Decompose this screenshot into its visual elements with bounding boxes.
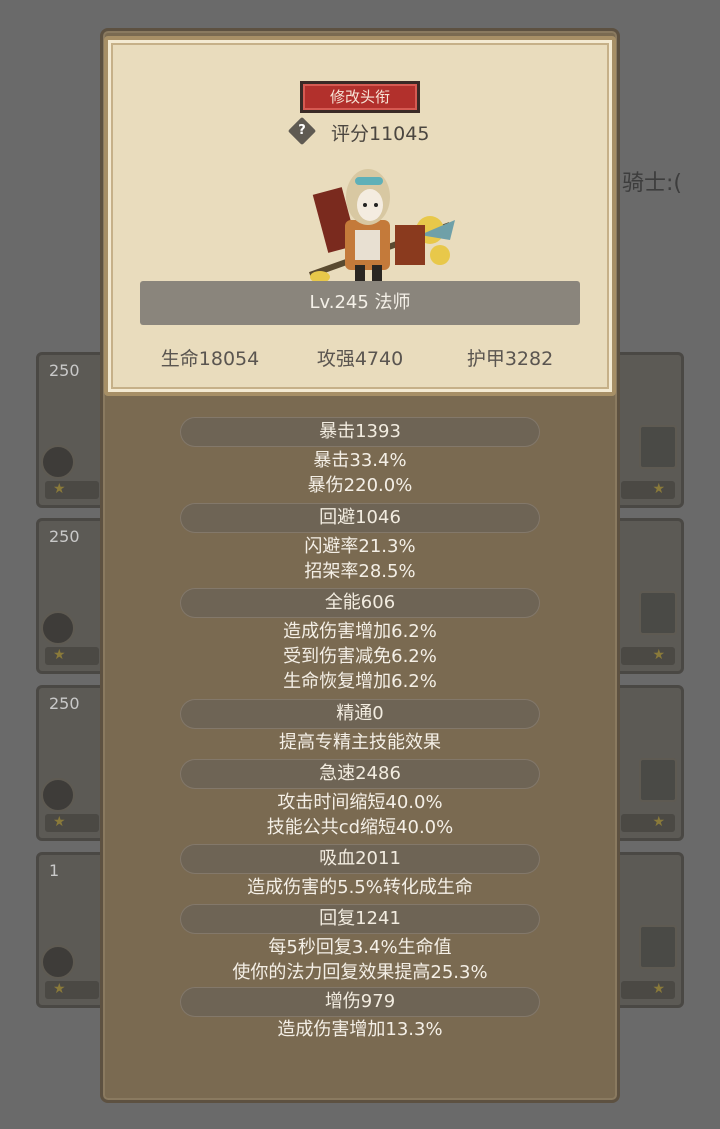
versatility-header: 全能606 — [180, 588, 540, 618]
mastery-header: 精通0 — [180, 699, 540, 729]
hero-portrait — [308, 169, 455, 283]
star-icon: ★ — [53, 481, 66, 497]
stat-detail: 受到伤害减免6.2% — [283, 646, 437, 667]
stat-detail: 提高专精主技能效果 — [279, 732, 441, 753]
stat-detail: 每5秒回复3.4%生命值 — [268, 937, 452, 958]
element-orb-icon — [41, 611, 75, 645]
star-bar: ★ — [45, 981, 99, 999]
star-bar: ★ — [45, 481, 99, 499]
stat-detail: 暴击33.4% — [313, 450, 407, 471]
stat-detail: 闪避率21.3% — [304, 536, 416, 557]
stat-detail: 造成伤害增加13.3% — [277, 1019, 443, 1040]
dodge-header: 回避1046 — [180, 503, 540, 533]
star-icon: ★ — [652, 481, 665, 497]
star-bar: ★ — [621, 981, 675, 999]
star-bar: ★ — [621, 481, 675, 499]
card-level: 250 — [49, 361, 80, 380]
score-text: 评分11045 — [331, 123, 430, 145]
weapon-icon — [639, 591, 677, 635]
stat-detail: 技能公共cd缩短40.0% — [266, 817, 454, 838]
star-icon: ★ — [53, 981, 66, 997]
background-hero-card: ★ — [612, 852, 684, 1008]
stat-detail: 招架率28.5% — [304, 561, 416, 582]
star-bar: ★ — [621, 814, 675, 832]
star-bar: ★ — [45, 647, 99, 665]
background-hero-card: ★ — [612, 518, 684, 674]
crit-header: 暴击1393 — [180, 417, 540, 447]
star-bar: ★ — [621, 647, 675, 665]
star-icon: ★ — [652, 981, 665, 997]
hero-name-banner: Lv.245 法师 — [140, 281, 580, 325]
background-hero-card: 250 ★ — [36, 685, 108, 841]
background-hero-card: 250 ★ — [36, 518, 108, 674]
element-orb-icon — [41, 445, 75, 479]
background-hero-card: ★ — [612, 352, 684, 508]
haste-header: 急速2486 — [180, 759, 540, 789]
background-hero-card: 250 ★ — [36, 352, 108, 508]
weapon-icon — [639, 758, 677, 802]
background-hero-card: 1 ★ — [36, 852, 108, 1008]
element-orb-icon — [41, 945, 75, 979]
weapon-icon — [639, 925, 677, 969]
hp-stat: 生命18054 — [160, 348, 260, 370]
question-mark-icon[interactable]: ? — [287, 116, 317, 146]
stat-detail: 造成伤害的5.5%转化成生命 — [247, 877, 473, 898]
background-hero-card: ★ — [612, 685, 684, 841]
rename-title-button[interactable]: 修改头衔 — [300, 81, 420, 113]
lifesteal-header: 吸血2011 — [180, 844, 540, 874]
star-icon: ★ — [53, 814, 66, 830]
star-icon: ★ — [652, 814, 665, 830]
star-icon: ★ — [652, 647, 665, 663]
regen-header: 回复1241 — [180, 904, 540, 934]
damage-boost-header: 增伤979 — [180, 987, 540, 1017]
element-orb-icon — [41, 778, 75, 812]
card-level: 250 — [49, 527, 80, 546]
stat-detail: 攻击时间缩短40.0% — [277, 792, 443, 813]
stat-detail: 暴伤220.0% — [307, 475, 413, 496]
weapon-icon — [639, 425, 677, 469]
attack-stat: 攻强4740 — [316, 348, 404, 370]
armor-stat: 护甲3282 — [466, 348, 554, 370]
star-bar: ★ — [45, 814, 99, 832]
stat-detail: 造成伤害增加6.2% — [283, 621, 437, 642]
star-icon: ★ — [53, 647, 66, 663]
stat-detail: 生命恢复增加6.2% — [283, 671, 437, 692]
stat-detail: 使你的法力回复效果提高25.3% — [232, 962, 488, 983]
card-level: 250 — [49, 694, 80, 713]
card-level: 1 — [49, 861, 60, 880]
background-partial-text: 骑士:( — [622, 171, 682, 196]
